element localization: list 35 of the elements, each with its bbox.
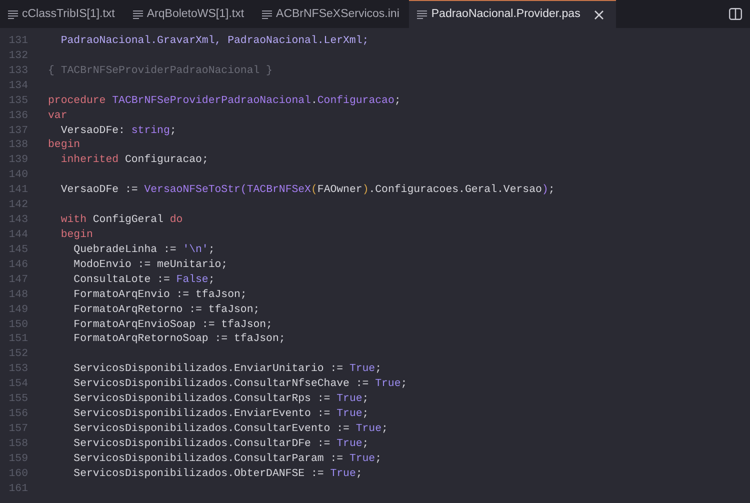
code-line: ServicosDisponibilizados.ConsultarDFe := True; bbox=[72, 436, 369, 452]
split-editor-icon[interactable] bbox=[729, 8, 742, 20]
code-line: PadraoNacional.GravarXml, PadraoNacional.LerXml; bbox=[60, 34, 369, 49]
file-lines-icon bbox=[262, 10, 272, 19]
code-line: FormatoArqRetorno := tfaJson; bbox=[72, 302, 260, 318]
editor-tab[interactable]: ACBrNFSeXServicos.ini bbox=[254, 0, 410, 28]
code-line: ModoEnvio := meUnitario; bbox=[72, 258, 228, 273]
file-lines-icon bbox=[132, 10, 143, 19]
code-line: ServicosDisponibilizados.ConsultarEvento := True; bbox=[72, 422, 388, 437]
code-line: begin bbox=[60, 228, 93, 243]
code-line: inherited Configuracao; bbox=[60, 153, 208, 168]
file-lines-icon bbox=[417, 10, 428, 19]
code-line: FormatoArqEnvio := tfaJson; bbox=[72, 288, 247, 303]
code-line: ServicosDisponibilizados.ConsultarRps := True; bbox=[72, 392, 369, 408]
code-line: ServicosDisponibilizados.EnviarEvento := True; bbox=[72, 407, 369, 422]
close-icon[interactable] bbox=[592, 8, 606, 22]
code-line: ServicosDisponibilizados.ConsultarNfseChave := True; bbox=[72, 377, 408, 392]
code-line: var bbox=[48, 108, 68, 124]
code-line: ServicosDisponibilizados.EnviarUnitario := True; bbox=[72, 362, 382, 378]
code-line: VersaoDFe: string; bbox=[60, 124, 176, 138]
code-line: VersaoDFe := VersaoNFSeToStr(TACBrNFSeX(FAOwner).Configuracoes.Geral.Versao); bbox=[60, 183, 555, 198]
code-line: ServicosDisponibilizados.ObterDANFSE := True; bbox=[72, 466, 362, 482]
editor-tab[interactable]: PadraoNacional.Provider.pas bbox=[409, 0, 616, 28]
code-line: procedure TACBrNFSeProviderPadraoNacional.Configuracao; bbox=[48, 94, 401, 109]
code-line: { TACBrNFSeProviderPadraoNacional } bbox=[48, 64, 272, 79]
code-line: FormatoArqRetornoSoap := tfaJson; bbox=[72, 332, 286, 348]
file-lines-icon bbox=[8, 10, 18, 19]
code-line: FormatoArqEnvioSoap := tfaJson; bbox=[72, 318, 272, 332]
editor-tab[interactable]: cClassTribIS[1].txt bbox=[0, 0, 125, 28]
editor-tab[interactable]: ArqBoletoWS[1].txt bbox=[124, 0, 254, 28]
code-line: ConsultaLote := False; bbox=[72, 272, 215, 288]
code-line: with ConfigGeral do bbox=[60, 213, 183, 228]
code-line: begin bbox=[48, 138, 80, 154]
code-line: ServicosDisponibilizados.ConsultarParam := True; bbox=[72, 452, 382, 467]
code-line: QuebradeLinha := '\n'; bbox=[72, 242, 215, 258]
